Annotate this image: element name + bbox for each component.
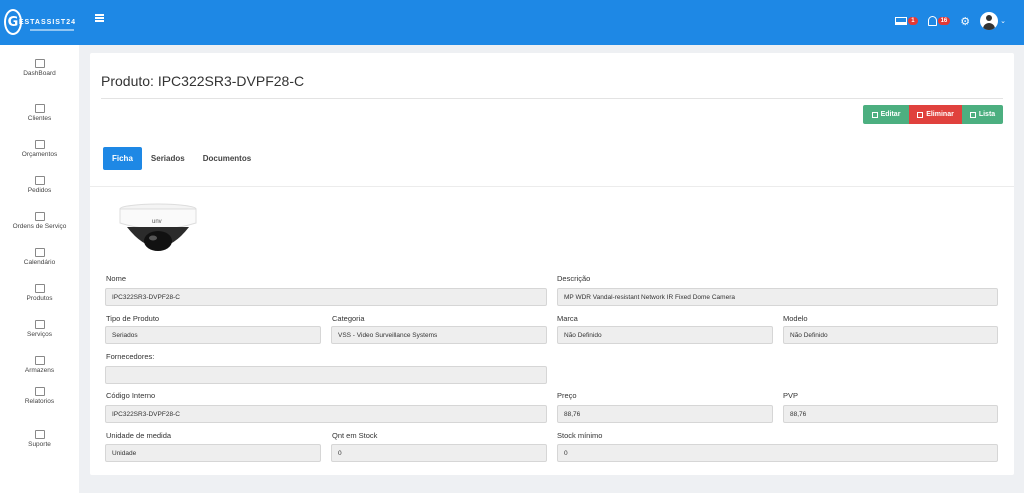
stock-min-field[interactable]: 0 xyxy=(557,444,998,462)
sidebar-item-armazens[interactable]: Armazens xyxy=(0,356,79,374)
field-label-stock-min: Stock mínimo xyxy=(557,431,603,440)
menu-toggle-icon[interactable] xyxy=(95,14,104,22)
field-label-unidade: Unidade de medida xyxy=(106,431,172,440)
tab-divider xyxy=(90,186,1014,187)
field-label-marca: Marca xyxy=(557,314,578,323)
stock-field[interactable]: 0 xyxy=(331,444,547,462)
field-label-nome: Nome xyxy=(106,274,127,283)
sidebar-item-label: Pedidos xyxy=(27,187,52,194)
product-image: unv xyxy=(119,203,197,251)
field-label-codigo: Código Interno xyxy=(106,391,156,400)
brand-text: unv xyxy=(152,219,162,225)
users-icon xyxy=(34,104,45,113)
sidebar-item-label: Produtos xyxy=(26,295,53,302)
field-label-pvp: PVP xyxy=(783,391,799,400)
calendar-icon xyxy=(34,248,45,257)
fornecedores-field[interactable] xyxy=(105,366,547,384)
top-right-actions: 1 16 ⚙ ⌄ xyxy=(895,10,1006,32)
categoria-field[interactable]: VSS - Video Surveillance Systems xyxy=(331,326,547,344)
sidebar-item-label: Ordens de Serviço xyxy=(12,223,67,230)
unidade-field[interactable]: Unidade xyxy=(105,444,321,462)
modelo-field[interactable]: Não Definido xyxy=(783,326,998,344)
screen-notifications[interactable]: 1 xyxy=(895,17,918,25)
sidebar-item-label: Calendário xyxy=(23,259,56,266)
action-buttons: Editar Eliminar Lista xyxy=(863,105,1003,124)
gear-icon: ⚙ xyxy=(960,14,971,28)
service-icon xyxy=(34,320,45,329)
warehouse-icon xyxy=(34,356,45,365)
sidebar-item-clientes[interactable]: Clientes xyxy=(0,104,79,122)
top-navbar: G ESTASSIST24 1 16 ⚙ ⌄ xyxy=(0,0,1024,45)
screen-icon xyxy=(895,17,908,25)
sidebar-item-dashboard[interactable]: DashBoard xyxy=(0,59,79,77)
app-logo[interactable]: G ESTASSIST24 xyxy=(4,8,76,36)
bell-icon xyxy=(927,16,937,26)
delete-button[interactable]: Eliminar xyxy=(909,105,962,124)
chart-icon xyxy=(34,59,45,68)
sidebar-item-label: Clientes xyxy=(27,115,52,122)
logo-text: ESTASSIST24 xyxy=(18,18,76,26)
sidebar: DashBoard Clientes Orçamentos Pedidos Or… xyxy=(0,45,79,493)
product-card: Produto: IPC322SR3-DVPF28-C Editar Elimi… xyxy=(90,53,1014,475)
field-label-stock: Qnt em Stock xyxy=(332,431,378,440)
codigo-field[interactable]: IPC322SR3-DVPF28-C xyxy=(105,405,547,423)
wrench-icon xyxy=(34,212,45,221)
edit-button-label: Editar xyxy=(880,111,901,118)
field-label-tipo: Tipo de Produto xyxy=(106,314,160,323)
pvp-field[interactable]: 88,76 xyxy=(783,405,998,423)
preco-field[interactable]: 88,76 xyxy=(557,405,773,423)
list-button-label: Lista xyxy=(978,111,996,118)
marca-field[interactable]: Não Definido xyxy=(557,326,773,344)
sidebar-item-pedidos[interactable]: Pedidos xyxy=(0,176,79,194)
nome-field[interactable]: IPC322SR3-DVPF28-C xyxy=(105,288,547,306)
user-menu[interactable]: ⌄ xyxy=(980,12,1006,30)
descricao-field[interactable]: MP WDR Vandal-resistant Network IR Fixed… xyxy=(557,288,998,306)
bell-badge: 16 xyxy=(937,17,951,25)
sidebar-item-calendario[interactable]: Calendário xyxy=(0,248,79,266)
field-label-modelo: Modelo xyxy=(783,314,808,323)
settings-button[interactable]: ⚙ xyxy=(960,15,970,28)
bell-notifications[interactable]: 16 xyxy=(927,16,951,26)
tab-seriados[interactable]: Seriados xyxy=(142,147,194,170)
tipo-field[interactable]: Seriados xyxy=(105,326,321,344)
sidebar-item-label: Serviços xyxy=(27,331,52,338)
screen-badge: 1 xyxy=(908,17,918,25)
tab-ficha[interactable]: Ficha xyxy=(103,147,142,170)
edit-icon xyxy=(871,111,878,118)
sidebar-item-label: DashBoard xyxy=(23,70,56,77)
sidebar-item-servicos[interactable]: Serviços xyxy=(0,320,79,338)
sidebar-item-label: Orçamentos xyxy=(21,151,58,158)
title-divider xyxy=(101,98,1003,99)
page-title: Produto: IPC322SR3-DVPF28-C xyxy=(101,73,305,89)
trash-icon xyxy=(917,111,924,118)
support-icon xyxy=(34,430,45,439)
list-button[interactable]: Lista xyxy=(962,105,1003,124)
sidebar-item-relatorios[interactable]: Relatorios xyxy=(0,387,79,405)
field-label-fornecedores: Fornecedores: xyxy=(106,352,155,361)
money-icon xyxy=(34,140,45,149)
field-label-descricao: Descrição xyxy=(557,274,591,283)
sidebar-item-ordens[interactable]: Ordens de Serviço xyxy=(0,212,79,230)
sidebar-item-label: Armazens xyxy=(24,367,55,374)
box-icon xyxy=(34,284,45,293)
field-label-categoria: Categoria xyxy=(332,314,365,323)
sidebar-item-label: Suporte xyxy=(28,441,51,448)
tabs: Ficha Seriados Documentos xyxy=(103,147,260,170)
logo-underline xyxy=(30,29,74,31)
sidebar-item-label: Relatorios xyxy=(24,398,55,405)
list-icon xyxy=(969,111,976,118)
field-label-preco: Preço xyxy=(557,391,577,400)
cart-icon xyxy=(34,176,45,185)
chevron-down-icon: ⌄ xyxy=(1000,18,1006,25)
avatar xyxy=(980,12,999,30)
sidebar-item-produtos[interactable]: Produtos xyxy=(0,284,79,302)
edit-button[interactable]: Editar xyxy=(863,105,909,124)
report-icon xyxy=(34,387,45,396)
tab-documentos[interactable]: Documentos xyxy=(194,147,260,170)
sidebar-item-orcamentos[interactable]: Orçamentos xyxy=(0,140,79,158)
delete-button-label: Eliminar xyxy=(926,111,954,118)
sidebar-item-suporte[interactable]: Suporte xyxy=(0,430,79,448)
